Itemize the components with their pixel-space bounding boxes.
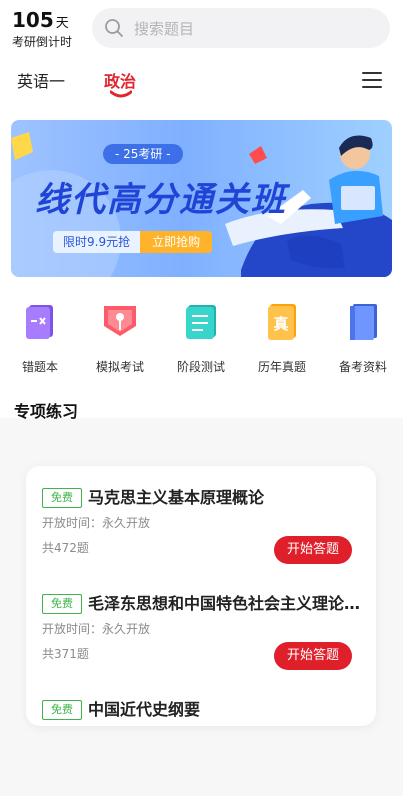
quick-link-past-papers[interactable]: 真 历年真题 — [242, 300, 322, 375]
stage-test-icon — [186, 305, 216, 339]
practice-row[interactable]: 免费 中国近代史纲要 — [26, 696, 376, 796]
free-badge: 免费 — [42, 488, 82, 508]
free-badge: 免费 — [42, 700, 82, 720]
question-count: 共472题 — [42, 541, 89, 555]
mock-exam-icon — [104, 306, 136, 336]
practice-title[interactable]: 毛泽东思想和中国特色社会主义理论体系概论 — [88, 590, 368, 614]
header-area: 105 天 考研倒计时 搜索题目 英语一 政治 - 25考研 - 线代高分通关班… — [0, 0, 403, 421]
subject-tabs: 英语一 政治 — [0, 62, 403, 102]
countdown-days: 105 — [12, 8, 54, 32]
quick-link-mock-exam[interactable]: 模拟考试 — [80, 300, 160, 375]
start-answer-button[interactable]: 开始答题 — [274, 642, 352, 670]
practice-card: 免费 马克思主义基本原理概论 开放时间：永久开放 共472题 开始答题 免费 毛… — [26, 466, 376, 726]
quick-link-label: 错题本 — [21, 360, 58, 374]
countdown-unit: 天 — [55, 16, 69, 31]
free-badge: 免费 — [42, 594, 82, 614]
active-tab-indicator — [110, 90, 132, 98]
section-title: 专项练习 — [14, 402, 79, 421]
practice-title[interactable]: 马克思主义基本原理概论 — [88, 484, 368, 508]
tab-politics[interactable]: 政治 — [104, 68, 136, 92]
promo-price: 限时9.9元抢 — [53, 231, 141, 253]
quick-link-label: 阶段测试 — [176, 360, 225, 374]
practice-row[interactable]: 免费 毛泽东思想和中国特色社会主义理论体系概论 开放时间：永久开放 共371题 … — [26, 590, 376, 690]
materials-icon — [350, 304, 377, 340]
buy-now-button[interactable]: 立即抢购 — [140, 231, 213, 253]
search-icon — [105, 19, 123, 37]
banner-promo[interactable]: 限时9.9元抢 立即抢购 — [53, 231, 213, 253]
quick-link-label: 备考资料 — [338, 360, 387, 374]
search-placeholder: 搜索题目 — [134, 19, 195, 38]
banner-tag: - 25考研 - — [103, 144, 183, 164]
countdown-label: 考研倒计时 — [12, 35, 73, 49]
open-time: 开放时间：永久开放 — [42, 516, 151, 530]
search-input[interactable]: 搜索题目 — [92, 8, 390, 48]
exam-countdown: 105 天 考研倒计时 — [12, 8, 72, 50]
start-answer-button[interactable]: 开始答题 — [274, 536, 352, 564]
banner-title: 线代高分通关班 — [35, 180, 287, 220]
tab-english[interactable]: 英语一 — [17, 68, 65, 92]
practice-row[interactable]: 免费 马克思主义基本原理概论 开放时间：永久开放 共472题 开始答题 — [26, 484, 376, 584]
open-time: 开放时间：永久开放 — [42, 622, 151, 636]
wrong-notebook-icon — [26, 305, 53, 339]
practice-title[interactable]: 中国近代史纲要 — [88, 696, 368, 720]
quick-link-label: 模拟考试 — [95, 360, 144, 374]
quick-link-materials[interactable]: 备考资料 — [323, 300, 403, 375]
promo-banner[interactable]: - 25考研 - 线代高分通关班 限时9.9元抢 立即抢购 — [11, 120, 392, 277]
svg-text:真: 真 — [273, 315, 288, 333]
menu-icon[interactable] — [362, 72, 382, 90]
quick-links: 错题本 模拟考试 阶段测试 真 历年真题 备考资料 — [0, 300, 403, 386]
quick-link-wrong-questions[interactable]: 错题本 — [0, 300, 80, 375]
quick-link-label: 历年真题 — [257, 360, 306, 374]
question-count: 共371题 — [42, 647, 89, 661]
past-papers-icon: 真 — [268, 304, 296, 340]
quick-link-stage-test[interactable]: 阶段测试 — [161, 300, 241, 375]
